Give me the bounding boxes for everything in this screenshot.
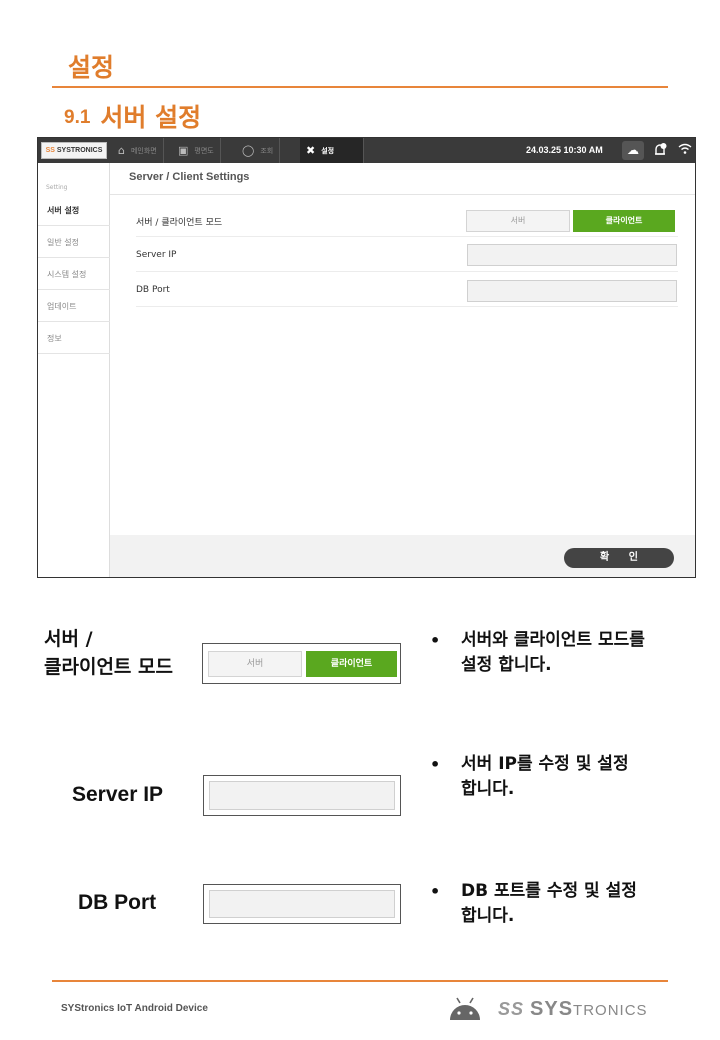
mode-description-line1: 서버와 클라이언트 모드를	[461, 630, 645, 650]
mode-description-line2: 설정 합니다.	[461, 655, 552, 675]
db-port-description-line1: DB 포트를 수정 및 설정	[461, 881, 637, 901]
panel-divider	[110, 194, 695, 195]
client-mode-button[interactable]: 클라이언트	[306, 651, 397, 677]
bell-icon[interactable]	[649, 141, 671, 160]
server-ip-field-zoom	[203, 775, 401, 816]
mode-detail-label: 서버 / 클라이언트 모드	[44, 625, 173, 681]
sidebar-item-server-settings[interactable]: 서버 설정	[38, 195, 110, 226]
server-ip-description-line1: 서버 IP를 수정 및 설정	[461, 754, 629, 774]
search-icon: ◯	[242, 144, 255, 157]
tools-icon: ✖	[306, 144, 316, 157]
row-divider	[136, 306, 678, 307]
bell-glyph	[655, 143, 667, 155]
datetime: 24.03.25 10:30 AM	[526, 145, 603, 155]
device-screenshot: SS SYSTRONICS ⌂ 메인화면 ▣ 평면도 ◯ 조회 ✖ 설정 24.03.2…	[37, 137, 696, 578]
server-ip-label: Server IP	[136, 250, 177, 260]
nav-tab-label: 설정	[321, 146, 335, 155]
mode-detail-label-line2: 클라이언트 모드	[44, 656, 173, 678]
sidebar-item-info[interactable]: 정보	[38, 323, 110, 354]
nav-tab-label: 메인화면	[130, 146, 157, 155]
logo-text: SYSTRONICS	[56, 147, 103, 154]
bullet-marker: •	[430, 882, 441, 901]
footer-text: SYStronics IoT Android Device	[61, 1003, 208, 1014]
nav-tab-floorplan[interactable]: ▣ 평면도	[172, 138, 221, 163]
wifi-glyph	[678, 143, 692, 154]
android-icon	[450, 997, 480, 1020]
db-port-field-zoom	[203, 884, 401, 924]
sidebar-item-system-settings[interactable]: 시스템 설정	[38, 259, 110, 290]
server-ip-input[interactable]	[467, 244, 677, 266]
server-ip-description-line2: 합니다.	[461, 779, 515, 799]
page-title: 설정	[68, 53, 115, 82]
server-mode-button[interactable]: 서버	[466, 210, 570, 232]
footer-logo-tronics: TRONICS	[573, 1002, 648, 1019]
footer-logo-sys: SYS	[530, 998, 574, 1020]
sidebar-label: Setting	[46, 184, 68, 191]
db-port-label: DB Port	[136, 285, 170, 295]
nav-tab-search[interactable]: ◯ 조회	[236, 138, 281, 163]
mode-description: 서버와 클라이언트 모드를 설정 합니다.	[461, 628, 696, 678]
logo-mark: SS	[45, 147, 55, 154]
mode-toggle-zoom: 서버 클라이언트	[202, 643, 401, 684]
brand-logo: SS SYSTRONICS	[41, 142, 107, 159]
bullet-marker: •	[430, 631, 441, 650]
bullet-marker: •	[430, 755, 441, 774]
server-ip-description: 서버 IP를 수정 및 설정 합니다.	[461, 752, 696, 802]
nav-tab-settings[interactable]: ✖ 설정	[300, 138, 364, 163]
nav-tab-main[interactable]: ⌂ 메인화면	[112, 138, 164, 163]
title-divider	[52, 86, 668, 88]
status-bar: SS SYSTRONICS ⌂ 메인화면 ▣ 평면도 ◯ 조회 ✖ 설정 24.03.2…	[38, 138, 695, 163]
sidebar-item-update[interactable]: 업데이트	[38, 291, 110, 322]
server-mode-button[interactable]: 서버	[208, 651, 302, 677]
floorplan-icon: ▣	[178, 144, 189, 157]
confirm-button[interactable]: 확 인	[564, 548, 674, 568]
footer-logo-mark: SS	[498, 999, 525, 1019]
home-icon: ⌂	[118, 144, 125, 157]
nav-tab-label: 조회	[260, 146, 274, 155]
db-port-description-line2: 합니다.	[461, 906, 515, 926]
mode-row-label: 서버 / 클라이언트 모드	[136, 218, 223, 228]
settings-sidebar: Setting 서버 설정 일반 설정 시스템 설정 업데이트 정보	[38, 163, 110, 577]
db-port-detail-label: DB Port	[78, 891, 157, 914]
footer-divider	[52, 980, 668, 982]
db-port-input[interactable]	[467, 280, 677, 302]
cloud-icon[interactable]: ☁	[622, 141, 644, 160]
client-mode-button[interactable]: 클라이언트	[573, 210, 675, 232]
server-ip-detail-label: Server IP	[72, 783, 164, 806]
db-port-description: DB 포트를 수정 및 설정 합니다.	[461, 879, 696, 929]
wifi-icon	[674, 141, 695, 160]
sidebar-item-general-settings[interactable]: 일반 설정	[38, 227, 110, 258]
nav-tab-label: 평면도	[194, 146, 214, 155]
footer-logo: SS SYSTRONICS	[498, 998, 648, 1021]
section-title: 서버 설정	[100, 103, 202, 132]
section-number: 9.1	[64, 107, 91, 128]
panel-title: Server / Client Settings	[129, 171, 250, 183]
server-ip-input[interactable]	[209, 781, 395, 810]
section-heading: 9.1 서버 설정	[64, 98, 201, 134]
mode-detail-label-line1: 서버 /	[44, 628, 93, 650]
db-port-input[interactable]	[209, 890, 395, 918]
row-divider	[136, 236, 678, 237]
row-divider	[136, 271, 678, 272]
